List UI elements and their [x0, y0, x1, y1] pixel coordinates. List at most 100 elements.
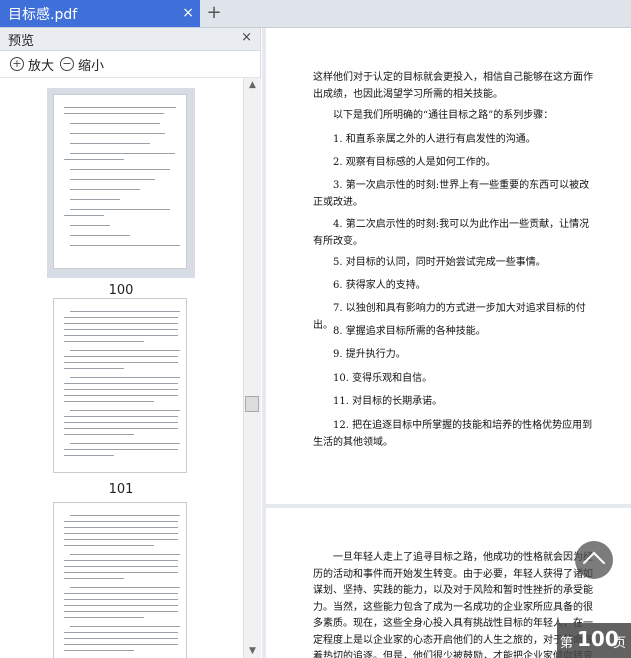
preview-header: 预览 × — [0, 28, 260, 51]
document-page: 这样他们对于认定的目标就会更投入，相信自己能够在这方面作出成绩，也因此渴望学习所… — [266, 28, 631, 504]
page-indicator-prefix: 第 — [560, 636, 574, 651]
thumbnail-text-line — [70, 189, 140, 190]
thumbnail-text-line — [70, 311, 180, 312]
thumbnail-text-line — [64, 341, 144, 342]
thumbnail-text-line — [64, 572, 178, 573]
scroll-down-arrow-icon[interactable]: ▼ — [244, 644, 261, 658]
thumbnail-text-line — [64, 617, 144, 618]
thumbnail-text-line — [64, 533, 178, 534]
thumbnail-text-line — [64, 395, 178, 396]
paragraph: 6. 获得家人的支持。 — [333, 280, 426, 291]
thumbnail-text-line — [64, 539, 178, 540]
thumbnail-text-line — [64, 335, 178, 336]
zoom-out-label: 缩小 — [78, 58, 105, 74]
page-indicator-suffix: 页 — [613, 636, 627, 651]
tab-document[interactable]: 目标感.pdf × — [0, 0, 200, 27]
tab-close-icon[interactable]: × — [182, 4, 194, 22]
thumbnail-text-line — [64, 449, 178, 450]
thumbnail-text-line — [64, 650, 134, 651]
thumbnail-text-line — [64, 215, 104, 216]
thumbnail-image — [53, 502, 187, 658]
paragraph: 5. 对目标的认同，同时开始尝试完成一些事情。 — [333, 257, 546, 268]
scroll-up-arrow-icon[interactable]: ▲ — [244, 78, 261, 92]
paragraph: 10. 变得乐观和自信。 — [333, 373, 433, 384]
thumbnail-text-line — [70, 377, 180, 378]
thumbnail-text-line — [70, 169, 170, 170]
paragraph: 12. 把在追逐目标中所掌握的技能和培养的性格优势应用到生活的其他领域。 — [313, 420, 593, 448]
thumbnail-text-line — [64, 527, 178, 528]
chevron-up-icon — [582, 551, 606, 575]
thumbnail-text-line — [64, 578, 124, 579]
new-tab-button[interactable]: + — [204, 2, 224, 24]
thumbnail-text-line — [70, 209, 170, 210]
thumbnail-text-line — [70, 554, 180, 555]
thumbnail-text-line — [64, 356, 178, 357]
paragraph: 8. 掌握追求目标所需的各种技能。 — [333, 326, 486, 337]
page-indicator: 第 100 页 — [557, 623, 631, 658]
thumbnail-text-line — [70, 225, 110, 226]
thumbnail-image — [53, 94, 187, 269]
thumbnail-text-line — [70, 443, 180, 444]
thumbnail-image — [53, 298, 187, 473]
thumbnail-text-line — [64, 317, 178, 318]
scrollbar-thumb[interactable] — [245, 396, 259, 412]
thumbnail-text-line — [70, 123, 160, 124]
scroll-to-top-button[interactable] — [575, 541, 613, 579]
thumbnail-text-line — [64, 368, 124, 369]
paragraph: 3. 第一次启示性的时刻:世界上有一些重要的东西可以被改正或改进。 — [313, 180, 590, 208]
thumbnail-text-line — [64, 455, 114, 456]
thumbnail-text-line — [70, 153, 175, 154]
thumbnail-text-line — [70, 515, 180, 516]
thumbnail-text-line — [70, 410, 180, 411]
zoom-out-button[interactable]: − 缩小 — [60, 55, 105, 74]
thumbnail-page-number: 101 — [108, 482, 134, 497]
thumbnail-text-line — [64, 329, 178, 330]
paragraph: 2. 观察有目标感的人是如何工作的。 — [333, 157, 496, 168]
thumbnail-text-line — [70, 133, 165, 134]
paragraph: 4. 第二次启示性的时刻:我可以为此作出一些贡献，让情况有所改变。 — [313, 219, 590, 247]
paragraph: 一旦年轻人走上了追寻目标之路，他成功的性格就会因为经历的活动和事件而开始发生转变… — [313, 552, 593, 658]
paragraph: 11. 对目标的长期承诺。 — [333, 396, 443, 407]
paragraph: 1. 和直系亲属之外的人进行有启发性的沟通。 — [333, 134, 536, 145]
zoom-toolbar: + 放大 − 缩小 — [0, 51, 260, 78]
zoom-in-icon: + — [10, 57, 24, 71]
paragraph: 9. 提升执行力。 — [333, 349, 406, 360]
thumbnail-text-line — [64, 323, 178, 324]
zoom-out-icon: − — [60, 57, 74, 71]
thumbnail-text-line — [64, 159, 124, 160]
thumbnail-text-line — [70, 199, 120, 200]
thumbnail-text-line — [64, 560, 178, 561]
thumbnail-text-line — [64, 521, 178, 522]
preview-title: 预览 — [8, 34, 35, 49]
thumbnail-text-line — [64, 401, 154, 402]
paragraph: 这样他们对于认定的目标就会更投入，相信自己能够在这方面作出成绩，也因此渴望学习所… — [313, 72, 593, 100]
thumbnail-text-line — [64, 605, 178, 606]
thumbnail-text-line — [64, 566, 178, 567]
thumbnail-text-line — [70, 245, 180, 246]
thumbnail-text-line — [64, 428, 178, 429]
thumbnail-text-line — [64, 383, 178, 384]
thumbnail-text-line — [64, 389, 178, 390]
thumbnail-text-line — [70, 626, 180, 627]
preview-close-icon[interactable]: × — [241, 30, 252, 45]
preview-sidebar: 预览 × + 放大 − 缩小 100 101 ▲ ▼ — [0, 28, 261, 658]
thumbnail-text-line — [70, 143, 150, 144]
paragraph: 以下是我们所明确的“通往目标之路”的系列步骤： — [333, 110, 554, 121]
thumbnail-text-line — [70, 235, 130, 236]
thumbnail-text-line — [64, 632, 178, 633]
thumbnail-text-line — [70, 587, 180, 588]
thumbnail-text-line — [64, 416, 178, 417]
thumbnail-text-line — [64, 644, 178, 645]
zoom-in-button[interactable]: + 放大 — [10, 55, 55, 74]
thumbnail-text-line — [64, 545, 154, 546]
thumbnail-text-line — [64, 422, 178, 423]
thumbnail-text-line — [64, 599, 178, 600]
thumbnail-text-line — [64, 107, 176, 108]
zoom-in-label: 放大 — [28, 58, 55, 74]
thumbnail-text-line — [64, 611, 178, 612]
thumbnail-scrollbar[interactable]: ▲ ▼ — [243, 78, 261, 658]
thumbnail-text-line — [64, 434, 134, 435]
thumbnail-page-number: 100 — [108, 283, 134, 298]
thumbnail-text-line — [64, 638, 178, 639]
thumbnail-text-line — [70, 350, 180, 351]
